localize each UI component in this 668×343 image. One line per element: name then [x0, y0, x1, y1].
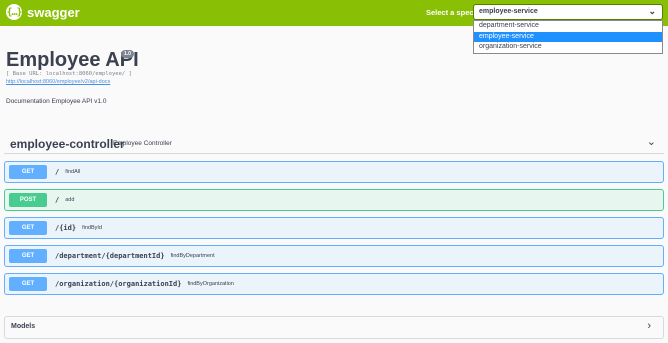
- operation-summary: findByDepartment: [170, 253, 215, 259]
- operation-get-findall[interactable]: GET / findAll: [4, 161, 664, 183]
- spec-option-employee[interactable]: employee-service: [474, 31, 662, 42]
- tag-header-employee-controller[interactable]: employee-controller Employee Controller …: [4, 132, 664, 154]
- api-docs-link[interactable]: http://localhost:8060/employee/v2/api-do…: [6, 79, 110, 85]
- swagger-logo[interactable]: {…} swagger: [6, 4, 80, 20]
- models-section[interactable]: Models ›: [4, 316, 664, 339]
- chevron-right-icon[interactable]: ›: [647, 320, 651, 332]
- operation-summary: findByOrganization: [187, 281, 234, 287]
- spec-select[interactable]: employee-service ⌄: [473, 4, 663, 20]
- swagger-logo-icon: {…}: [6, 4, 23, 20]
- operation-get-findbyid[interactable]: GET /{id} findById: [4, 217, 664, 239]
- swagger-logo-text: swagger: [27, 4, 80, 20]
- operation-path: /organization/{organizationId}: [55, 280, 182, 288]
- spec-select-value: employee-service: [479, 8, 538, 15]
- operation-summary: findAll: [65, 169, 81, 175]
- operation-get-findbyorganization[interactable]: GET /organization/{organizationId} findB…: [4, 273, 664, 295]
- base-url: [ Base URL: localhost:8060/employee/ ]: [6, 71, 132, 77]
- operation-post-add[interactable]: POST / add: [4, 189, 664, 211]
- operation-path: /{id}: [55, 224, 77, 232]
- operation-get-findbydepartment[interactable]: GET /department/{departmentId} findByDep…: [4, 245, 664, 267]
- operation-path: /: [55, 196, 60, 204]
- models-title: Models: [11, 323, 36, 330]
- method-badge: GET: [9, 249, 47, 263]
- operation-path: /: [55, 168, 60, 176]
- spec-option-organization[interactable]: organization-service: [474, 42, 662, 53]
- tag-description: Employee Controller: [113, 140, 172, 147]
- spec-dropdown-list: department-service employee-service orga…: [473, 20, 663, 54]
- chevron-down-icon[interactable]: ⌄: [647, 135, 656, 148]
- operation-path: /department/{departmentId}: [55, 252, 165, 260]
- tag-name: employee-controller: [10, 137, 125, 151]
- method-badge: GET: [9, 165, 47, 179]
- operation-summary: add: [65, 197, 75, 203]
- method-badge: GET: [9, 277, 47, 291]
- method-badge: POST: [9, 193, 47, 207]
- version-badge: 1.0: [121, 50, 134, 58]
- chevron-down-icon: ⌄: [648, 6, 656, 16]
- operation-summary: findById: [82, 225, 102, 231]
- method-badge: GET: [9, 221, 47, 235]
- api-title: Employee API: [6, 49, 139, 71]
- api-description: Documentation Employee API v1.0: [6, 98, 107, 105]
- spec-option-department[interactable]: department-service: [474, 21, 662, 32]
- spec-select-label: Select a spec: [426, 8, 474, 17]
